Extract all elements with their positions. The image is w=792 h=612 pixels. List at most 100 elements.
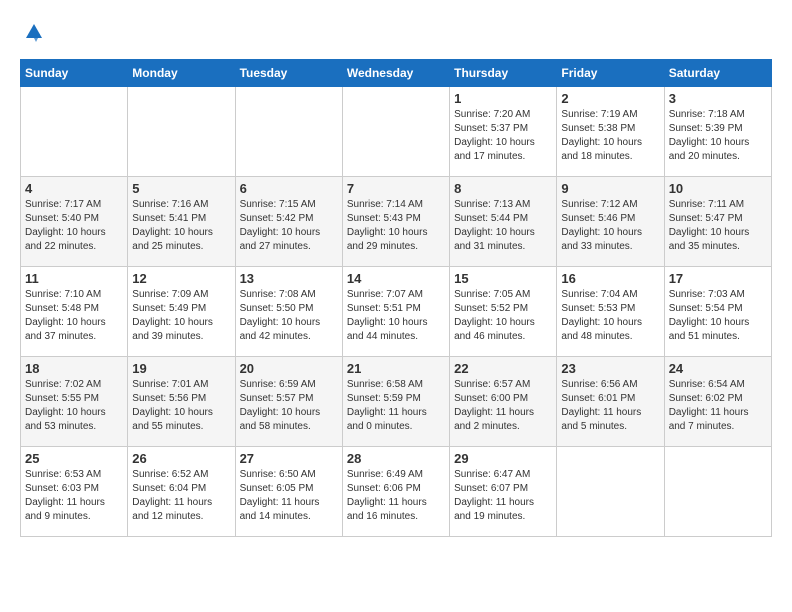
calendar-cell: 10 Sunrise: 7:11 AM Sunset: 5:47 PM Dayli… xyxy=(664,177,771,267)
day-number: 25 xyxy=(25,451,123,466)
day-number: 8 xyxy=(454,181,552,196)
day-info: Sunrise: 6:52 AM Sunset: 6:04 PM Dayligh… xyxy=(132,468,230,524)
day-info: Sunrise: 6:59 AM Sunset: 5:57 PM Dayligh… xyxy=(240,378,338,434)
calendar-cell: 3 Sunrise: 7:18 AM Sunset: 5:39 PM Daylig… xyxy=(664,87,771,177)
day-info: Sunrise: 7:13 AM Sunset: 5:44 PM Dayligh… xyxy=(454,198,552,254)
day-number: 7 xyxy=(347,181,445,196)
day-info: Sunrise: 7:03 AM Sunset: 5:54 PM Dayligh… xyxy=(669,288,767,344)
calendar-cell: 27 Sunrise: 6:50 AM Sunset: 6:05 PM Dayli… xyxy=(235,447,342,537)
calendar-cell xyxy=(235,87,342,177)
week-row-2: 4 Sunrise: 7:17 AM Sunset: 5:40 PM Daylig… xyxy=(21,177,772,267)
day-number: 9 xyxy=(561,181,659,196)
day-number: 28 xyxy=(347,451,445,466)
day-info: Sunrise: 7:15 AM Sunset: 5:42 PM Dayligh… xyxy=(240,198,338,254)
calendar-cell: 16 Sunrise: 7:04 AM Sunset: 5:53 PM Dayli… xyxy=(557,267,664,357)
day-number: 26 xyxy=(132,451,230,466)
calendar-cell: 2 Sunrise: 7:19 AM Sunset: 5:38 PM Daylig… xyxy=(557,87,664,177)
calendar-cell: 15 Sunrise: 7:05 AM Sunset: 5:52 PM Dayli… xyxy=(450,267,557,357)
week-row-5: 25 Sunrise: 6:53 AM Sunset: 6:03 PM Dayli… xyxy=(21,447,772,537)
col-header-saturday: Saturday xyxy=(664,60,771,87)
day-info: Sunrise: 6:50 AM Sunset: 6:05 PM Dayligh… xyxy=(240,468,338,524)
calendar-cell: 28Sunrise: 6:49 AM Sunset: 6:06 PM Dayli… xyxy=(342,447,449,537)
day-number: 16 xyxy=(561,271,659,286)
calendar-cell: 23 Sunrise: 6:56 AM Sunset: 6:01 PM Dayli… xyxy=(557,357,664,447)
col-header-thursday: Thursday xyxy=(450,60,557,87)
week-row-4: 18 Sunrise: 7:02 AM Sunset: 5:55 PM Dayli… xyxy=(21,357,772,447)
calendar-cell: 12 Sunrise: 7:09 AM Sunset: 5:49 PM Dayli… xyxy=(128,267,235,357)
day-number: 13 xyxy=(240,271,338,286)
day-info: Sunrise: 7:11 AM Sunset: 5:47 PM Dayligh… xyxy=(669,198,767,254)
col-header-sunday: Sunday xyxy=(21,60,128,87)
day-info: Sunrise: 7:16 AM Sunset: 5:41 PM Dayligh… xyxy=(132,198,230,254)
calendar-cell: 9Sunrise: 7:12 AM Sunset: 5:46 PM Daylig… xyxy=(557,177,664,267)
day-info: Sunrise: 6:53 AM Sunset: 6:03 PM Dayligh… xyxy=(25,468,123,524)
calendar-cell xyxy=(21,87,128,177)
day-number: 17 xyxy=(669,271,767,286)
calendar-cell: 5 Sunrise: 7:16 AM Sunset: 5:41 PM Daylig… xyxy=(128,177,235,267)
day-number: 12 xyxy=(132,271,230,286)
calendar-cell: 13 Sunrise: 7:08 AM Sunset: 5:50 PM Dayli… xyxy=(235,267,342,357)
day-number: 23 xyxy=(561,361,659,376)
day-number: 14 xyxy=(347,271,445,286)
day-info: Sunrise: 7:17 AM Sunset: 5:40 PM Dayligh… xyxy=(25,198,123,254)
logo xyxy=(20,20,46,49)
calendar-cell: 8 Sunrise: 7:13 AM Sunset: 5:44 PM Daylig… xyxy=(450,177,557,267)
day-number: 5 xyxy=(132,181,230,196)
day-info: Sunrise: 6:47 AM Sunset: 6:07 PM Dayligh… xyxy=(454,468,552,524)
day-number: 4 xyxy=(25,181,123,196)
day-info: Sunrise: 7:14 AM Sunset: 5:43 PM Dayligh… xyxy=(347,198,445,254)
day-info: Sunrise: 6:56 AM Sunset: 6:01 PM Dayligh… xyxy=(561,378,659,434)
week-row-1: 1 Sunrise: 7:20 AM Sunset: 5:37 PM Daylig… xyxy=(21,87,772,177)
day-number: 20 xyxy=(240,361,338,376)
week-row-3: 11 Sunrise: 7:10 AM Sunset: 5:48 PM Dayli… xyxy=(21,267,772,357)
calendar-cell: 19 Sunrise: 7:01 AM Sunset: 5:56 PM Dayli… xyxy=(128,357,235,447)
day-number: 21 xyxy=(347,361,445,376)
day-number: 18 xyxy=(25,361,123,376)
calendar-cell: 1 Sunrise: 7:20 AM Sunset: 5:37 PM Daylig… xyxy=(450,87,557,177)
calendar-header-row: SundayMondayTuesdayWednesdayThursdayFrid… xyxy=(21,60,772,87)
day-info: Sunrise: 7:18 AM Sunset: 5:39 PM Dayligh… xyxy=(669,108,767,164)
day-info: Sunrise: 7:10 AM Sunset: 5:48 PM Dayligh… xyxy=(25,288,123,344)
day-info: Sunrise: 7:20 AM Sunset: 5:37 PM Dayligh… xyxy=(454,108,552,164)
day-number: 15 xyxy=(454,271,552,286)
day-info: Sunrise: 6:57 AM Sunset: 6:00 PM Dayligh… xyxy=(454,378,552,434)
day-info: Sunrise: 6:58 AM Sunset: 5:59 PM Dayligh… xyxy=(347,378,445,434)
day-info: Sunrise: 7:07 AM Sunset: 5:51 PM Dayligh… xyxy=(347,288,445,344)
col-header-friday: Friday xyxy=(557,60,664,87)
day-number: 22 xyxy=(454,361,552,376)
calendar-cell: 22 Sunrise: 6:57 AM Sunset: 6:00 PM Dayli… xyxy=(450,357,557,447)
day-number: 29 xyxy=(454,451,552,466)
day-number: 11 xyxy=(25,271,123,286)
day-info: Sunrise: 7:09 AM Sunset: 5:49 PM Dayligh… xyxy=(132,288,230,344)
day-number: 27 xyxy=(240,451,338,466)
day-number: 6 xyxy=(240,181,338,196)
day-number: 1 xyxy=(454,91,552,106)
calendar-cell: 11 Sunrise: 7:10 AM Sunset: 5:48 PM Dayli… xyxy=(21,267,128,357)
day-number: 24 xyxy=(669,361,767,376)
calendar-cell: 26 Sunrise: 6:52 AM Sunset: 6:04 PM Dayli… xyxy=(128,447,235,537)
day-number: 10 xyxy=(669,181,767,196)
calendar-cell: 6 Sunrise: 7:15 AM Sunset: 5:42 PM Daylig… xyxy=(235,177,342,267)
page-header xyxy=(20,20,772,49)
day-number: 3 xyxy=(669,91,767,106)
calendar-cell: 21 Sunrise: 6:58 AM Sunset: 5:59 PM Dayli… xyxy=(342,357,449,447)
day-info: Sunrise: 7:05 AM Sunset: 5:52 PM Dayligh… xyxy=(454,288,552,344)
calendar-cell: 4 Sunrise: 7:17 AM Sunset: 5:40 PM Daylig… xyxy=(21,177,128,267)
logo-icon xyxy=(22,20,46,44)
day-number: 2 xyxy=(561,91,659,106)
col-header-wednesday: Wednesday xyxy=(342,60,449,87)
day-info: Sunrise: 7:02 AM Sunset: 5:55 PM Dayligh… xyxy=(25,378,123,434)
calendar-table: SundayMondayTuesdayWednesdayThursdayFrid… xyxy=(20,59,772,537)
day-info: Sunrise: 7:01 AM Sunset: 5:56 PM Dayligh… xyxy=(132,378,230,434)
calendar-cell: 29 Sunrise: 6:47 AM Sunset: 6:07 PM Dayli… xyxy=(450,447,557,537)
day-info: Sunrise: 7:19 AM Sunset: 5:38 PM Dayligh… xyxy=(561,108,659,164)
col-header-monday: Monday xyxy=(128,60,235,87)
day-info: Sunrise: 6:54 AM Sunset: 6:02 PM Dayligh… xyxy=(669,378,767,434)
day-info: Sunrise: 7:04 AM Sunset: 5:53 PM Dayligh… xyxy=(561,288,659,344)
calendar-cell: 25 Sunrise: 6:53 AM Sunset: 6:03 PM Dayli… xyxy=(21,447,128,537)
calendar-cell: 20 Sunrise: 6:59 AM Sunset: 5:57 PM Dayli… xyxy=(235,357,342,447)
calendar-cell: 18 Sunrise: 7:02 AM Sunset: 5:55 PM Dayli… xyxy=(21,357,128,447)
day-number: 19 xyxy=(132,361,230,376)
day-info: Sunrise: 7:08 AM Sunset: 5:50 PM Dayligh… xyxy=(240,288,338,344)
calendar-cell: 7 Sunrise: 7:14 AM Sunset: 5:43 PM Daylig… xyxy=(342,177,449,267)
